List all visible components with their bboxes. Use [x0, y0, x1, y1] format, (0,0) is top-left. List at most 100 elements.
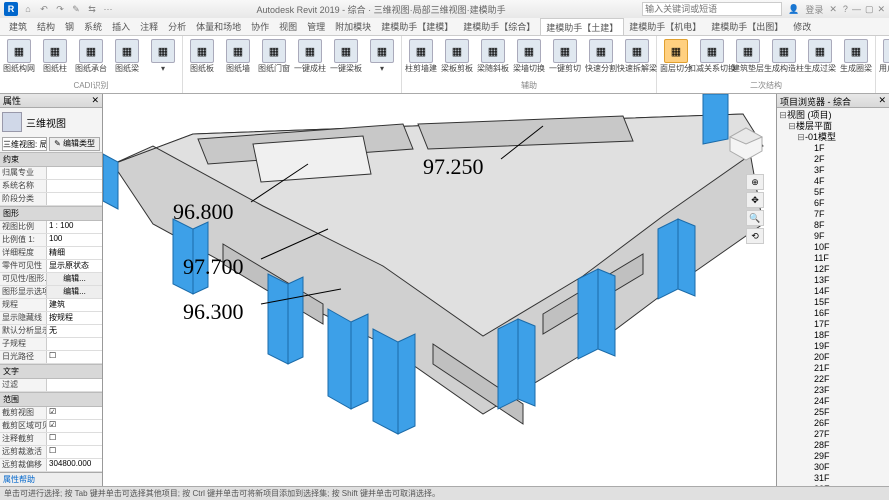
- edit-type-button[interactable]: ✎ 编辑类型: [49, 137, 100, 151]
- tree-node[interactable]: 19F: [779, 341, 887, 352]
- tree-node[interactable]: 17F: [779, 319, 887, 330]
- tree-node[interactable]: 2F: [779, 154, 887, 165]
- tree-node[interactable]: 6F: [779, 198, 887, 209]
- ribbon-button[interactable]: ▦一键梁板: [329, 38, 363, 91]
- ribbon-button[interactable]: ▦▾: [146, 38, 180, 80]
- ribbon-button[interactable]: ▦梁板剪板: [440, 38, 474, 80]
- tree-node[interactable]: 15F: [779, 297, 887, 308]
- ribbon-tab[interactable]: 协作: [246, 18, 274, 35]
- ribbon-button[interactable]: ▦梁墙切换: [512, 38, 546, 80]
- qat-home[interactable]: ⌂: [22, 3, 34, 15]
- property-value[interactable]: 无: [46, 325, 102, 337]
- property-value[interactable]: ☑: [46, 420, 102, 432]
- steering-wheel-icon[interactable]: ⊕: [746, 174, 764, 190]
- property-value[interactable]: ☐: [46, 433, 102, 445]
- tree-node[interactable]: 25F: [779, 407, 887, 418]
- ribbon-button[interactable]: ▦图纸板: [185, 38, 219, 91]
- property-value[interactable]: 显示原状态: [46, 260, 102, 272]
- ribbon-button[interactable]: ▦图纸门窗: [257, 38, 291, 91]
- ribbon-button[interactable]: ▦图纸墙: [221, 38, 255, 91]
- property-value[interactable]: 精细: [46, 247, 102, 259]
- ribbon-button[interactable]: ▦图纸梁: [110, 38, 144, 80]
- tree-node[interactable]: 11F: [779, 253, 887, 264]
- orbit-icon[interactable]: ⟲: [746, 228, 764, 244]
- ribbon-button[interactable]: ▦生成圈梁: [839, 38, 873, 80]
- tree-node[interactable]: 12F: [779, 264, 887, 275]
- ribbon-tab[interactable]: 结构: [32, 18, 60, 35]
- tree-node[interactable]: 30F: [779, 462, 887, 473]
- qat-edit[interactable]: ✎: [70, 3, 82, 15]
- tree-node[interactable]: 31F: [779, 473, 887, 484]
- user-icon[interactable]: 👤: [788, 4, 799, 15]
- tree-node[interactable]: 9F: [779, 231, 887, 242]
- property-value[interactable]: [46, 338, 102, 350]
- ribbon-button[interactable]: ▦图纸构网: [2, 38, 36, 80]
- tree-node[interactable]: 23F: [779, 385, 887, 396]
- tree-twisty-icon[interactable]: ⊟: [797, 132, 805, 143]
- help-icon[interactable]: ?: [843, 4, 848, 14]
- ribbon-tab[interactable]: 建模助手【出图】: [706, 18, 788, 35]
- ribbon-button[interactable]: ▦生成构造柱: [767, 38, 801, 80]
- ribbon-button[interactable]: ▦扣减关系切换: [695, 38, 729, 80]
- tree-node[interactable]: 26F: [779, 418, 887, 429]
- property-value[interactable]: [46, 180, 102, 192]
- ribbon-tab[interactable]: 钢: [60, 18, 79, 35]
- tree-node[interactable]: 14F: [779, 286, 887, 297]
- ribbon-button[interactable]: ▦梁随斜板: [476, 38, 510, 80]
- properties-close-icon[interactable]: ✕: [91, 95, 99, 106]
- property-category[interactable]: 图形: [0, 206, 102, 221]
- tree-node[interactable]: 5F: [779, 187, 887, 198]
- tree-node[interactable]: 24F: [779, 396, 887, 407]
- browser-close-icon[interactable]: ✕: [878, 95, 886, 106]
- tree-node[interactable]: ⊟楼层平面: [779, 121, 887, 132]
- ribbon-tab[interactable]: 体量和场地: [191, 18, 246, 35]
- property-category[interactable]: 文字: [0, 364, 102, 379]
- ribbon-tab[interactable]: 视图: [274, 18, 302, 35]
- tree-node[interactable]: 8F: [779, 220, 887, 231]
- collab-icon[interactable]: ✕: [829, 4, 837, 15]
- ribbon-tab[interactable]: 建模助手【机电】: [624, 18, 706, 35]
- user-signin[interactable]: 登录: [805, 3, 823, 16]
- ribbon-tab[interactable]: 建模助手【建模】: [376, 18, 458, 35]
- tree-node[interactable]: ⊟-01模型: [779, 132, 887, 143]
- property-value[interactable]: ☑: [46, 407, 102, 419]
- ribbon-tab[interactable]: 注释: [135, 18, 163, 35]
- pan-icon[interactable]: ✥: [746, 192, 764, 208]
- ribbon-tab[interactable]: 建筑: [4, 18, 32, 35]
- ribbon-button[interactable]: ▦快速拆解梁: [620, 38, 654, 80]
- view-canvas[interactable]: ⊕ ✥ 🔍 ⟲ 97.250 96.800 97.700 96.300: [103, 94, 776, 486]
- help-search-input[interactable]: [642, 2, 782, 16]
- ribbon-button[interactable]: ▦一键剪切: [548, 38, 582, 80]
- dimension-label[interactable]: 96.800: [173, 199, 234, 225]
- ribbon-button[interactable]: ▦▾: [365, 38, 399, 91]
- tree-twisty-icon[interactable]: ⊟: [779, 110, 787, 121]
- property-value[interactable]: 按规程: [46, 312, 102, 324]
- property-category[interactable]: 约束: [0, 152, 102, 167]
- qat-redo[interactable]: ↷: [54, 3, 66, 15]
- zoom-icon[interactable]: 🔍: [746, 210, 764, 226]
- ribbon-tab[interactable]: 建模助手【综合】: [458, 18, 540, 35]
- tree-node[interactable]: 20F: [779, 352, 887, 363]
- property-category[interactable]: 范围: [0, 392, 102, 407]
- ribbon-tab[interactable]: 插入: [107, 18, 135, 35]
- maximize-button[interactable]: ▢: [865, 4, 874, 15]
- ribbon-tab[interactable]: 修改: [788, 18, 816, 35]
- qat-undo[interactable]: ↶: [38, 3, 50, 15]
- dimension-label[interactable]: 96.300: [183, 299, 244, 325]
- ribbon-tab[interactable]: 建模助手【土建】: [540, 18, 624, 35]
- ribbon-tab[interactable]: 管理: [302, 18, 330, 35]
- tree-node[interactable]: 13F: [779, 275, 887, 286]
- dimension-label[interactable]: 97.700: [183, 254, 244, 280]
- property-value[interactable]: ☐: [46, 351, 102, 363]
- tree-node[interactable]: 16F: [779, 308, 887, 319]
- ribbon-tab[interactable]: 分析: [163, 18, 191, 35]
- tree-node[interactable]: 27F: [779, 429, 887, 440]
- type-selector[interactable]: 三维视图: [0, 108, 102, 136]
- tree-node[interactable]: 4F: [779, 176, 887, 187]
- dimension-label[interactable]: 97.250: [423, 154, 484, 180]
- tree-node[interactable]: 1F: [779, 143, 887, 154]
- ribbon-button[interactable]: ▦图纸承台: [74, 38, 108, 80]
- ribbon-button[interactable]: ▦建筑垫层: [731, 38, 765, 80]
- instance-selector[interactable]: [2, 137, 47, 151]
- tree-twisty-icon[interactable]: ⊟: [788, 121, 796, 132]
